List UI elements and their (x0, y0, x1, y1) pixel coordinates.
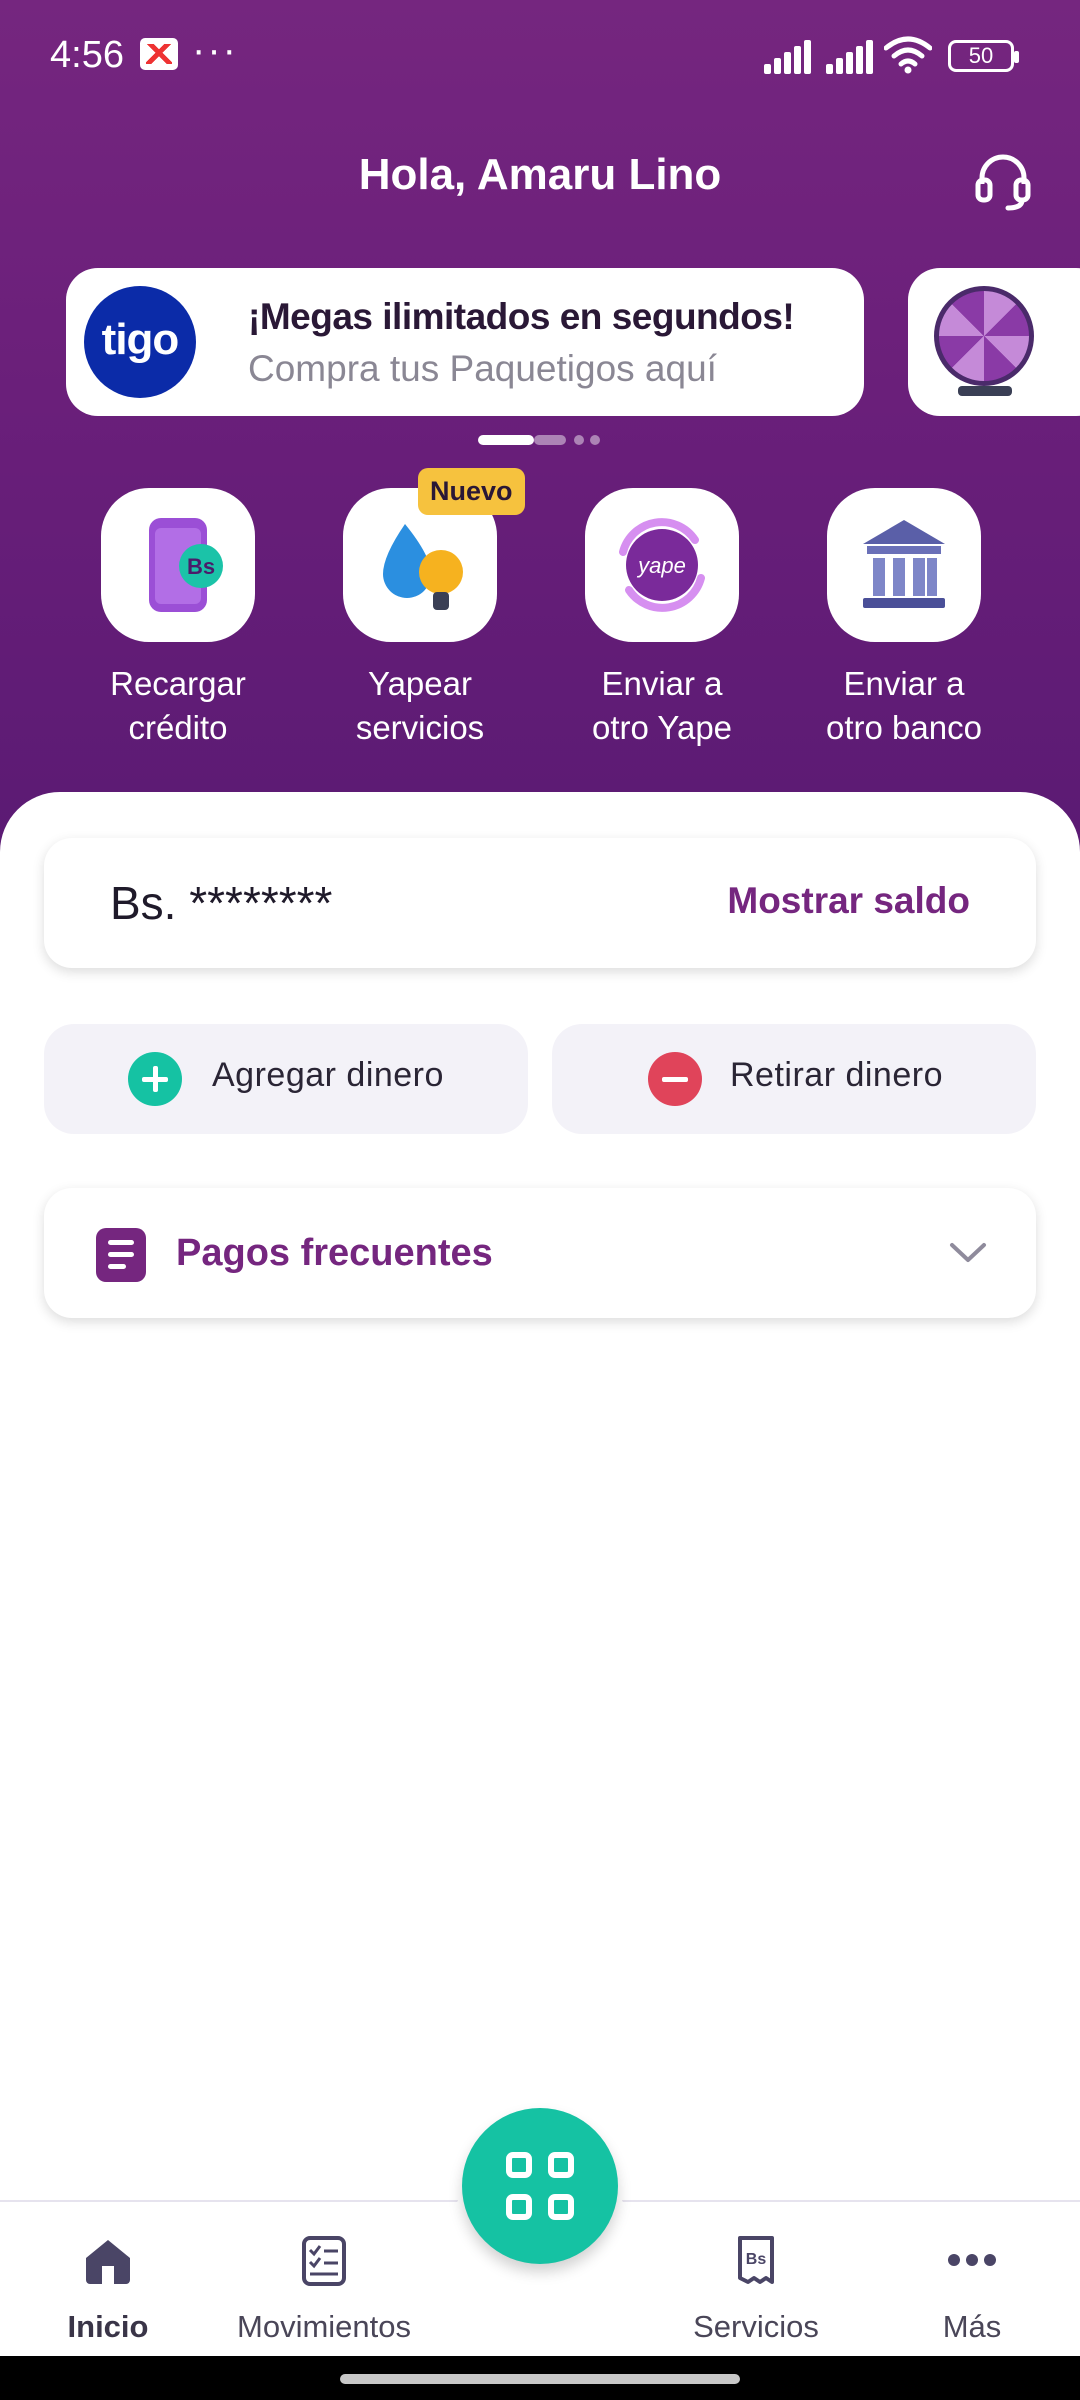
status-bar: 4:56 ··· 50 (0, 0, 1080, 115)
nav-more[interactable]: Más (872, 2232, 1072, 2345)
nav-label: Movimientos (237, 2309, 411, 2344)
balance-amount: Bs. ******** (110, 877, 333, 929)
signal-icon (764, 40, 816, 74)
prize-wheel-stand (958, 386, 1012, 396)
promo-banner-next[interactable] (908, 268, 1080, 416)
checklist-icon (302, 2236, 346, 2286)
qr-icon (548, 2194, 574, 2220)
frequent-payments-label: Pagos frecuentes (176, 1232, 493, 1274)
svg-text:Bs: Bs (187, 554, 215, 579)
add-money-label: Agregar dinero (212, 1056, 444, 1094)
balance-card: Bs. ******** Mostrar saldo (44, 838, 1036, 968)
svg-text:yape: yape (636, 553, 686, 578)
qr-icon (548, 2152, 574, 2178)
action-label: servicios (355, 709, 485, 746)
home-icon (86, 2240, 130, 2284)
status-time: 4:56 (50, 34, 124, 76)
qr-scan-button[interactable] (462, 2108, 618, 2264)
nav-movements[interactable]: Movimientos (224, 2232, 424, 2345)
new-badge: Nuevo (418, 468, 525, 515)
banner-title: ¡Megas ilimitados en segundos! (248, 296, 795, 337)
action-label: Enviar a (601, 665, 723, 702)
withdraw-money-label: Retirar dinero (730, 1056, 943, 1094)
greeting-title: Hola, Amaru Lino (358, 150, 722, 199)
banner-subtitle: Compra tus Paquetigos aquí (248, 348, 717, 389)
frequent-payments-panel[interactable]: Pagos frecuentes (44, 1188, 1036, 1318)
action-label: crédito (128, 709, 228, 746)
action-label: Enviar a (843, 665, 965, 702)
signal-icon (826, 40, 878, 74)
recharge-credit-action[interactable]: Bs Recargar crédito (78, 488, 278, 750)
list-icon (96, 1228, 146, 1282)
headset-icon[interactable] (972, 150, 1034, 212)
action-label: Yapear (368, 665, 472, 702)
more-dots-icon (948, 2254, 996, 2266)
home-indicator[interactable] (340, 2374, 740, 2384)
phone-bs-icon: Bs (101, 488, 255, 642)
nav-services[interactable]: Bs Servicios (656, 2232, 856, 2345)
plus-icon (128, 1052, 182, 1106)
action-label: Recargar (110, 665, 246, 702)
prize-wheel-icon (934, 286, 1034, 386)
action-label: otro Yape (591, 709, 733, 746)
minus-icon (648, 1052, 702, 1106)
bs-receipt-icon: Bs (738, 2236, 774, 2284)
yape-transfer-icon: yape (585, 488, 739, 642)
send-to-yape-action[interactable]: yape Enviar a otro Yape (562, 488, 762, 750)
qr-icon (506, 2152, 532, 2178)
battery-icon: 50 (948, 40, 1019, 72)
gesture-bar (0, 2356, 1080, 2400)
promo-banner[interactable]: tigo ¡Megas ilimitados en segundos! Comp… (66, 268, 864, 416)
chevron-down-icon[interactable] (948, 1232, 988, 1272)
yapear-services-action[interactable]: Yapear servicios (320, 488, 520, 750)
withdraw-money-button[interactable]: Retirar dinero (552, 1024, 1036, 1134)
content-sheet (0, 792, 1080, 2202)
add-money-button[interactable]: Agregar dinero (44, 1024, 528, 1134)
svg-text:Bs: Bs (746, 2251, 767, 2268)
gmail-icon (140, 38, 178, 70)
wifi-icon (884, 36, 932, 74)
more-notifications-icon: ··· (192, 28, 238, 72)
tigo-logo: tigo (84, 286, 196, 398)
nav-label: Más (942, 2309, 1002, 2344)
nav-label: Servicios (693, 2309, 819, 2344)
qr-icon (506, 2194, 532, 2220)
nav-home[interactable]: Inicio (8, 2232, 208, 2345)
action-label: otro banco (826, 709, 982, 746)
send-to-bank-action[interactable]: Enviar a otro banco (804, 488, 1004, 750)
bank-icon (827, 488, 981, 642)
nav-label: Inicio (67, 2309, 149, 2344)
show-balance-button[interactable]: Mostrar saldo (727, 880, 970, 922)
